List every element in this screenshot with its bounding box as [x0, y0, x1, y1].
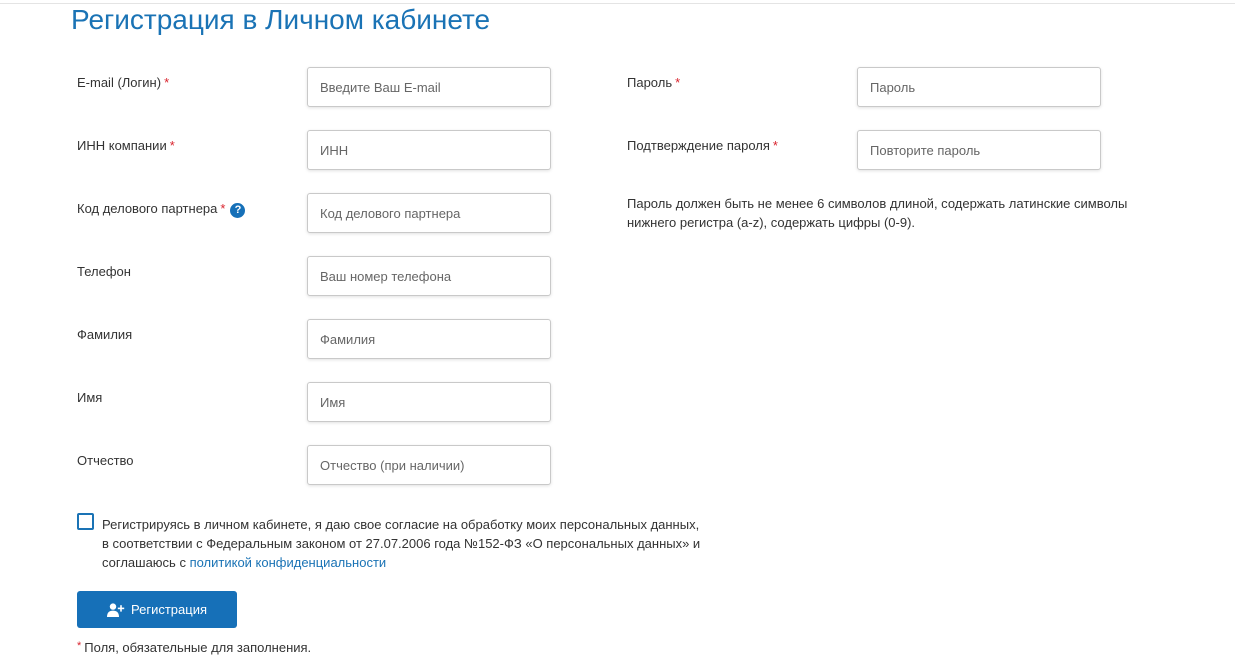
required-mark: *	[220, 201, 226, 216]
password-confirm-label: Подтверждение пароля *	[627, 138, 778, 153]
required-mark: *	[77, 640, 82, 652]
required-mark: *	[164, 75, 170, 90]
privacy-policy-link[interactable]: политикой конфиденциальности	[190, 555, 387, 570]
last-name-label: Фамилия	[77, 327, 133, 342]
password-hint: Пароль должен быть не менее 6 символов д…	[627, 196, 1128, 230]
question-circle-icon[interactable]: ?	[230, 203, 246, 218]
required-mark: *	[772, 138, 778, 153]
first-name-label: Имя	[77, 390, 103, 405]
password-confirm-input[interactable]	[857, 130, 1101, 170]
phone-label: Телефон	[77, 264, 131, 279]
password-label: Пароль *	[627, 75, 681, 90]
middle-name-label: Отчество	[77, 453, 134, 468]
inn-label: ИНН компании *	[77, 138, 175, 153]
phone-input[interactable]	[307, 256, 551, 296]
email-label: E-mail (Логин) *	[77, 75, 170, 90]
user-plus-icon	[107, 602, 125, 617]
required-mark: *	[675, 75, 681, 90]
required-mark: *	[169, 138, 175, 153]
email-input[interactable]	[307, 67, 551, 107]
consent-text: Регистрируясь в личном кабинете, я даю с…	[102, 517, 701, 570]
register-button-label: Регистрация	[131, 602, 207, 617]
first-name-input[interactable]	[307, 382, 551, 422]
password-input[interactable]	[857, 67, 1101, 107]
inn-input[interactable]	[307, 130, 551, 170]
register-button[interactable]: Регистрация	[77, 591, 237, 628]
consent-checkbox[interactable]	[77, 513, 94, 530]
partner-code-input[interactable]	[307, 193, 551, 233]
partner-code-label: Код делового партнера *?	[77, 201, 246, 218]
required-note: * Поля, обязательные для заполнения.	[77, 640, 312, 655]
page-title: Регистрация в Личном кабинете	[71, 4, 491, 35]
middle-name-input[interactable]	[307, 445, 551, 485]
last-name-input[interactable]	[307, 319, 551, 359]
